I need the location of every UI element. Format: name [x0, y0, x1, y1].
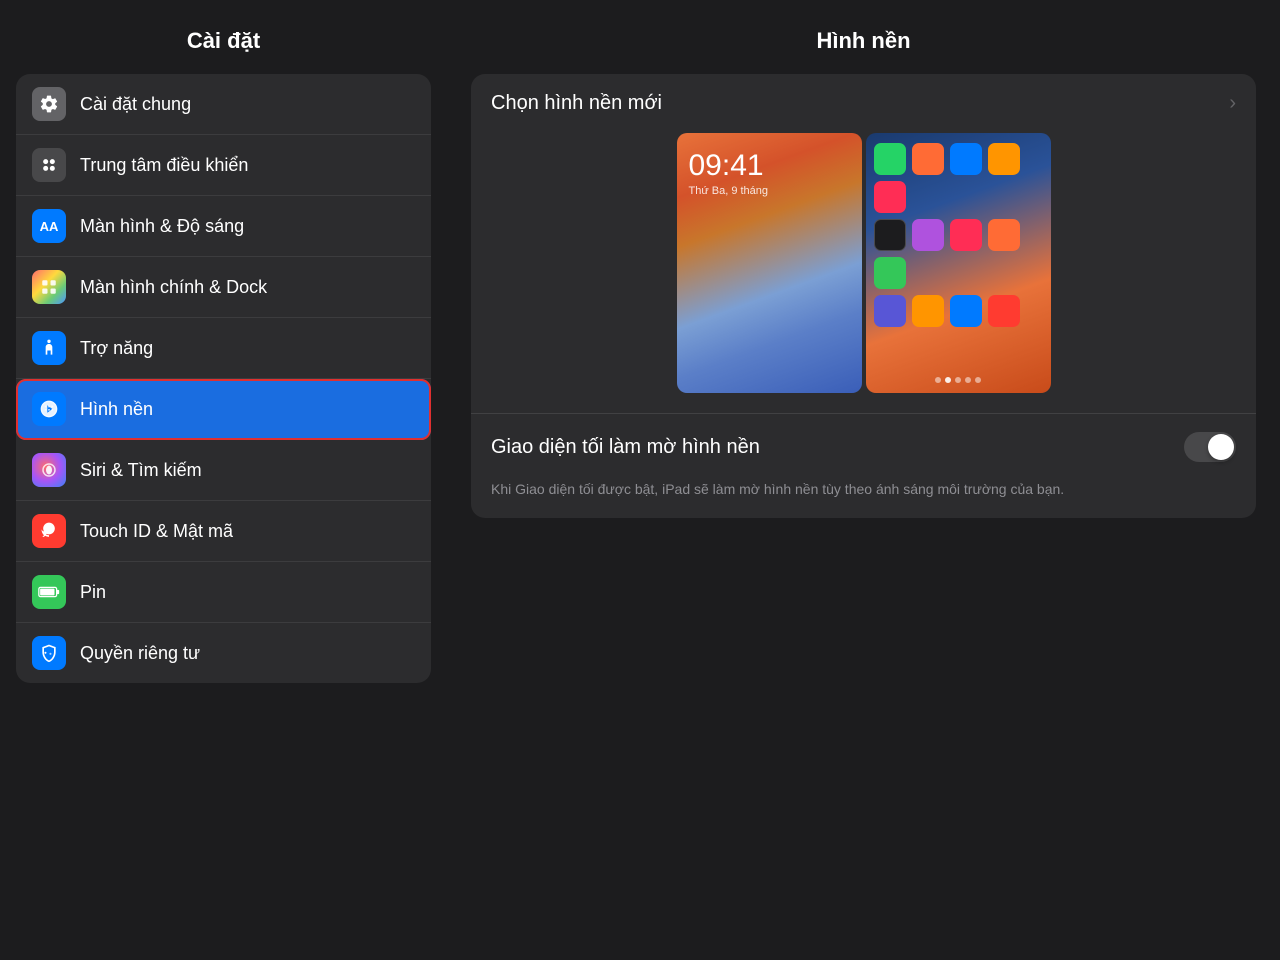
wallpaper-date: Thứ Ba, 9 tháng — [689, 185, 850, 197]
app-row-1 — [874, 143, 1043, 213]
sidebar-item-wallpaper-label: Hình nền — [80, 399, 153, 420]
app-icon — [988, 219, 1020, 251]
battery-icon — [32, 575, 66, 609]
app-row-2 — [874, 219, 1043, 289]
dock-dots — [874, 377, 1043, 383]
main-content: Hình nền Chọn hình nền mới › 09:41 Thứ B… — [447, 0, 1280, 960]
app-icon — [874, 257, 906, 289]
sidebar-item-privacy[interactable]: Quyền riêng tư — [16, 623, 431, 683]
chevron-right-icon: › — [1229, 92, 1236, 115]
dock-dot — [975, 377, 981, 383]
sidebar-title: Cài đặt — [0, 0, 447, 74]
choose-wallpaper-row[interactable]: Chọn hình nền mới › — [471, 74, 1256, 133]
dark-mode-label: Giao diện tối làm mờ hình nền — [491, 436, 760, 459]
sidebar-item-homescreen-label: Màn hình chính & Dock — [80, 277, 267, 298]
sidebar-item-general-label: Cài đặt chung — [80, 94, 191, 115]
sidebar-item-touchid[interactable]: Touch ID & Mật mã — [16, 501, 431, 562]
dark-mode-description: Khi Giao diện tối được bật, iPad sẽ làm … — [471, 480, 1256, 518]
app-icon — [874, 219, 906, 251]
sidebar-item-general[interactable]: Cài đặt chung — [16, 74, 431, 135]
sidebar-item-battery-label: Pin — [80, 582, 106, 603]
sidebar-item-touchid-label: Touch ID & Mật mã — [80, 521, 233, 542]
main-title: Hình nền — [447, 0, 1280, 74]
accessibility-icon — [32, 331, 66, 365]
toggle-section: Giao diện tối làm mờ hình nền Khi Giao d… — [471, 413, 1256, 518]
app-icon — [912, 295, 944, 327]
home-screen-icon — [32, 270, 66, 304]
app-icon — [950, 143, 982, 175]
privacy-icon — [32, 636, 66, 670]
app-icon — [950, 219, 982, 251]
sidebar-item-accessibility-label: Trợ năng — [80, 338, 153, 359]
app-icon — [874, 295, 906, 327]
app-icon — [950, 295, 982, 327]
sidebar-item-control-label: Trung tâm điều khiển — [80, 155, 248, 176]
wallpaper-icon — [32, 392, 66, 426]
app-icon — [988, 295, 1020, 327]
wallpaper-time: 09:41 — [689, 151, 850, 181]
sidebar: Cài đặt Cài đặt chung Trung tâm điều kh — [0, 0, 447, 960]
app-row-3 — [874, 295, 1043, 327]
sidebar-item-display[interactable]: AA Màn hình & Độ sáng — [16, 196, 431, 257]
app-icon — [874, 181, 906, 213]
app-icon — [988, 143, 1020, 175]
toggle-knob — [1208, 434, 1234, 460]
sidebar-item-display-label: Màn hình & Độ sáng — [80, 216, 244, 237]
sidebar-item-home-screen[interactable]: Màn hình chính & Dock — [16, 257, 431, 318]
dock-dot — [965, 377, 971, 383]
dark-mode-row[interactable]: Giao diện tối làm mờ hình nền — [471, 414, 1256, 480]
sidebar-item-accessibility[interactable]: Trợ năng — [16, 318, 431, 379]
choose-wallpaper-label: Chọn hình nền mới — [491, 92, 662, 115]
sidebar-item-control-center[interactable]: Trung tâm điều khiển — [16, 135, 431, 196]
sidebar-item-battery[interactable]: Pin — [16, 562, 431, 623]
dark-mode-toggle[interactable] — [1184, 432, 1236, 462]
wallpaper-previews: 09:41 Thứ Ba, 9 tháng — [471, 133, 1256, 413]
general-icon — [32, 87, 66, 121]
dock-dot — [935, 377, 941, 383]
app-icon — [912, 219, 944, 251]
siri-icon — [32, 453, 66, 487]
app-icon — [912, 143, 944, 175]
sidebar-item-siri[interactable]: Siri & Tìm kiếm — [16, 440, 431, 501]
touchid-icon — [32, 514, 66, 548]
sidebar-item-siri-label: Siri & Tìm kiếm — [80, 460, 202, 481]
sidebar-item-privacy-label: Quyền riêng tư — [80, 643, 200, 664]
sidebar-list: Cài đặt chung Trung tâm điều khiển AA Mà… — [16, 74, 431, 683]
dock-dot — [945, 377, 951, 383]
sidebar-item-wallpaper[interactable]: Hình nền — [16, 379, 431, 440]
home-screen-preview — [866, 133, 1051, 393]
app-icon — [874, 143, 906, 175]
wallpaper-card: Chọn hình nền mới › 09:41 Thứ Ba, 9 thán… — [471, 74, 1256, 518]
display-icon: AA — [32, 209, 66, 243]
lock-screen-preview: 09:41 Thứ Ba, 9 tháng — [677, 133, 862, 393]
dock-dot — [955, 377, 961, 383]
control-center-icon — [32, 148, 66, 182]
